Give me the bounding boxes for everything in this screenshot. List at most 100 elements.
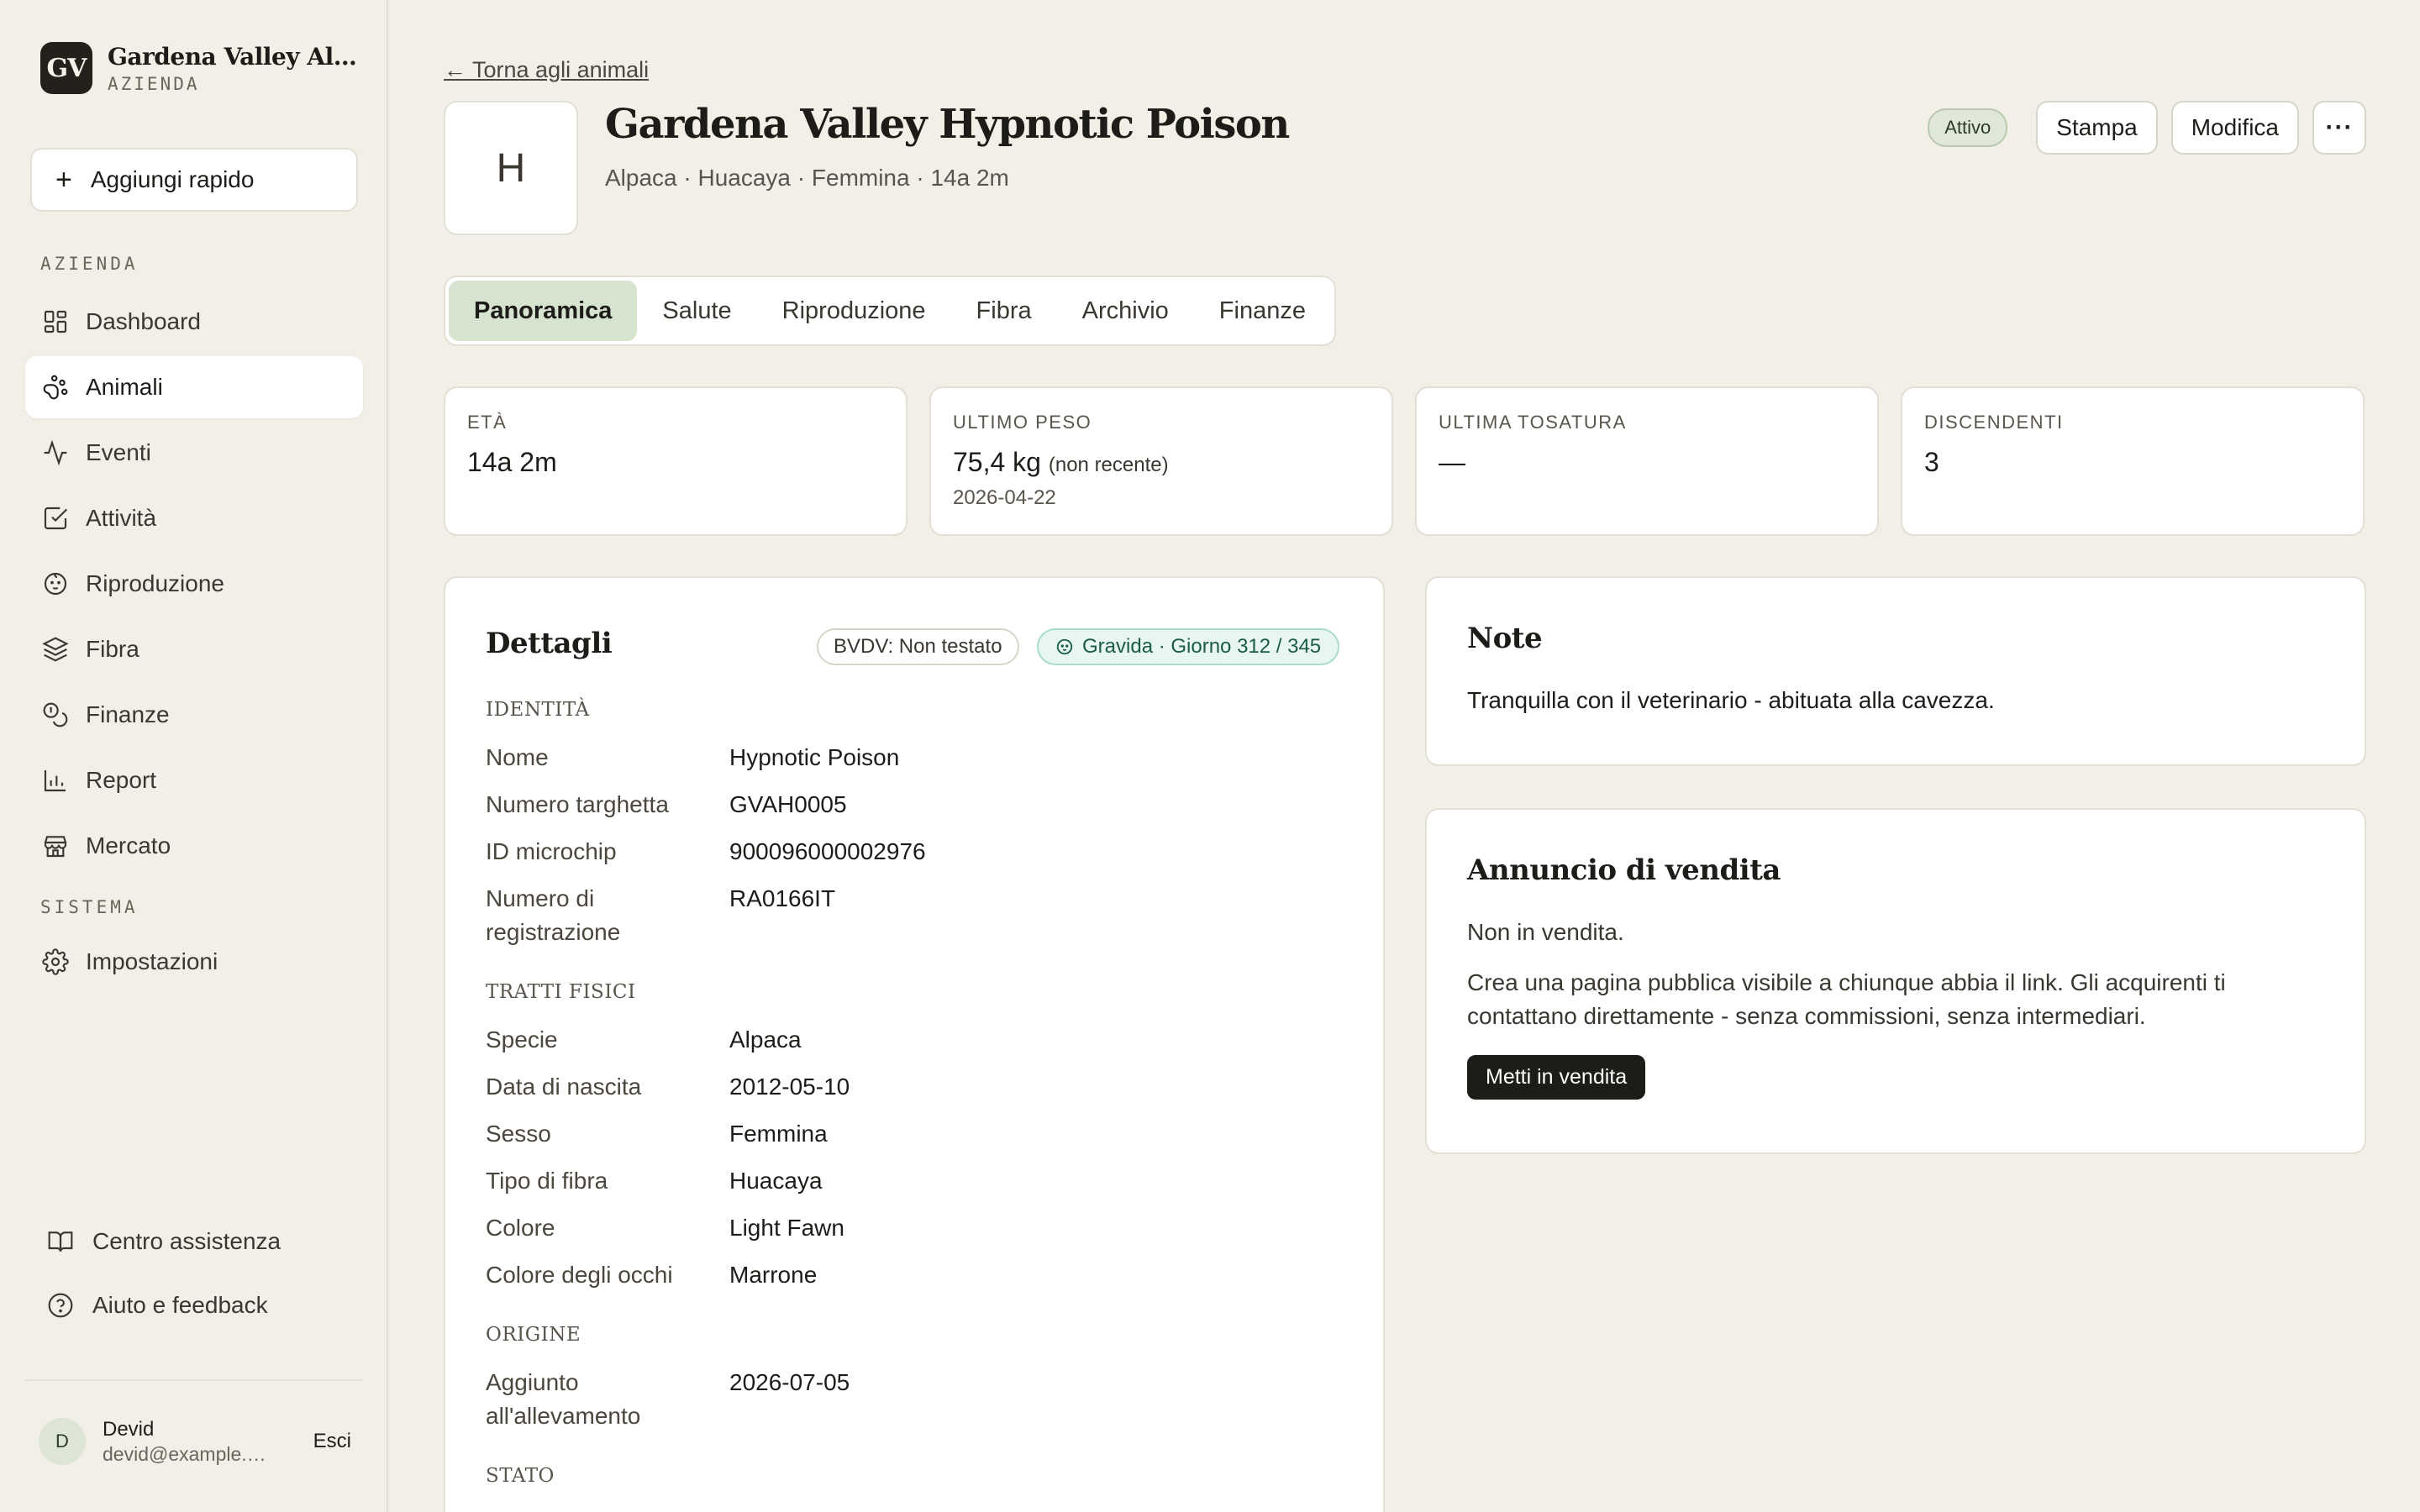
brand-subtitle: AZIENDA (108, 73, 200, 94)
field-label: Aggiunto all'allevamento (486, 1369, 641, 1429)
sidebar-item-label: Mercato (86, 832, 171, 858)
tab-bar: Panoramica Salute Riproduzione Fibra Arc… (444, 276, 1336, 346)
page-title: Gardena Valley Hypnotic Poison (605, 101, 1290, 148)
user-email: devid@example.com (103, 1442, 271, 1465)
tab-health[interactable]: Salute (637, 281, 756, 341)
sidebar-item-finance[interactable]: Finanze (25, 684, 363, 746)
stat-note: (non recente) (1048, 454, 1169, 476)
more-icon: ··· (2325, 113, 2354, 141)
notes-title: Note (1467, 622, 1543, 655)
field-value: 900096000002976 (729, 838, 926, 864)
pregnancy-label: Gravida · Giorno 312 / 345 (1082, 635, 1322, 658)
edit-button[interactable]: Modifica (2170, 101, 2299, 155)
field-label: Numero di registrazione (486, 885, 621, 945)
field-label: Colore (486, 1215, 555, 1241)
pregnancy-badge: Gravida · Giorno 312 / 345 (1037, 628, 1340, 665)
brand-logo: GV (40, 42, 92, 94)
stat-card-weight: ULTIMO PESO 75,4 kg (non recente) 2026-0… (929, 386, 1393, 536)
sale-description: Crea una pagina pubblica visibile a chiu… (1467, 969, 2226, 1029)
field-value: 2012-05-10 (729, 1074, 850, 1100)
sale-status: Non in vendita. (1467, 919, 1624, 945)
field-label: ID microchip (486, 838, 617, 864)
stat-card-age: ETÀ 14a 2m (444, 386, 908, 536)
grid-icon (44, 310, 67, 333)
gear-icon (42, 948, 69, 975)
field-value: Huacaya (729, 1168, 823, 1194)
plus-icon: + (55, 164, 72, 196)
baby-icon (1056, 638, 1073, 655)
field-label: Sesso (486, 1121, 551, 1147)
logout-button[interactable]: Esci (313, 1430, 351, 1453)
tab-fiber[interactable]: Fibra (951, 281, 1057, 341)
stat-value: — (1439, 447, 1465, 477)
baby-icon (44, 572, 67, 596)
sidebar-item-animals[interactable]: Animali (25, 356, 363, 418)
quick-add-button[interactable]: + Aggiungi rapido (30, 148, 358, 212)
sale-listing-card: Annuncio di vendita Non in vendita. Crea… (1425, 808, 2366, 1154)
sidebar-item-label: Report (86, 767, 157, 793)
stat-label: DISCENDENTI (1924, 412, 2064, 433)
paw-icon (43, 375, 68, 400)
help-circle-icon (48, 1293, 73, 1318)
field-value: Alpaca (729, 1026, 802, 1053)
stat-value: 75,4 kg (953, 447, 1041, 477)
sidebar-item-fiber[interactable]: Fibra (25, 618, 363, 680)
sidebar-item-reports[interactable]: Report (25, 749, 363, 811)
list-for-sale-button[interactable]: Metti in vendita (1467, 1055, 1646, 1100)
book-icon (48, 1231, 73, 1252)
header-actions: Attivo Stampa Modifica ··· (1928, 101, 2366, 155)
user-profile: D Devid devid@example.com Esci (39, 1416, 351, 1467)
bvdv-badge: BVDV: Non testato (817, 628, 1019, 665)
avatar[interactable]: D (39, 1418, 86, 1465)
feedback-link[interactable]: Aiuto e feedback (47, 1292, 268, 1319)
brand[interactable]: GV Gardena Valley Alpaca Farm AZIENDA (40, 42, 360, 94)
sidebar-item-label: Dashboard (86, 308, 201, 334)
nav-section-system: SISTEMA (40, 897, 139, 917)
checkbox-icon (44, 507, 68, 530)
tab-breeding[interactable]: Riproduzione (757, 281, 951, 341)
coins-icon (43, 702, 68, 727)
section-identity: IDENTITÀ (486, 699, 590, 721)
field-value: Marrone (729, 1262, 818, 1288)
sidebar: GV Gardena Valley Alpaca Farm AZIENDA + … (0, 0, 388, 1512)
stat-label: ULTIMA TOSATURA (1439, 412, 1627, 433)
details-card: Dettagli BVDV: Non testato Gravida · Gio… (444, 576, 1385, 1512)
status-badge: Attivo (1928, 108, 2008, 147)
stat-label: ETÀ (467, 412, 508, 433)
store-icon (44, 836, 67, 858)
animal-summary: Alpaca · Huacaya · Femmina · 14a 2m (605, 165, 1009, 191)
notes-card: Note Tranquilla con il veterinario - abi… (1425, 576, 2366, 766)
tab-archive[interactable]: Archivio (1057, 281, 1194, 341)
print-button[interactable]: Stampa (2036, 101, 2158, 155)
sidebar-item-settings[interactable]: Impostazioni (25, 931, 363, 993)
brand-name: Gardena Valley Alpaca Farm (108, 42, 360, 71)
sidebar-item-events[interactable]: Eventi (25, 422, 363, 484)
sidebar-item-breeding[interactable]: Riproduzione (25, 553, 363, 615)
feedback-label: Aiuto e feedback (92, 1292, 268, 1318)
stat-value: 14a 2m (467, 447, 557, 477)
stat-card-offspring: DISCENDENTI 3 (1901, 386, 2365, 536)
tab-overview[interactable]: Panoramica (449, 281, 638, 341)
more-options-button[interactable]: ··· (2312, 101, 2366, 155)
field-value: Hypnotic Poison (729, 744, 900, 770)
sidebar-item-tasks[interactable]: Attività (25, 487, 363, 549)
quick-add-label: Aggiungi rapido (90, 166, 255, 192)
sidebar-item-market[interactable]: Mercato (25, 815, 363, 877)
field-label: Nome (486, 744, 549, 770)
tab-finance[interactable]: Finanze (1194, 281, 1331, 341)
stat-value: 3 (1924, 447, 1939, 477)
divider (25, 1379, 363, 1381)
stat-label: ULTIMO PESO (953, 412, 1092, 433)
back-link[interactable]: ← Torna agli animali (444, 57, 649, 83)
sidebar-item-label: Impostazioni (86, 948, 218, 974)
field-label: Specie (486, 1026, 558, 1053)
sidebar-item-dashboard[interactable]: Dashboard (25, 291, 363, 353)
stat-date: 2026-04-22 (953, 486, 1056, 509)
sidebar-item-label: Attività (86, 505, 157, 531)
section-origin: ORIGINE (486, 1324, 581, 1346)
sidebar-item-label: Finanze (86, 701, 170, 727)
sidebar-item-label: Riproduzione (86, 570, 224, 596)
section-physical: TRATTI FISICI (486, 981, 636, 1003)
layers-icon (42, 637, 69, 662)
help-center-link[interactable]: Centro assistenza (47, 1228, 281, 1255)
